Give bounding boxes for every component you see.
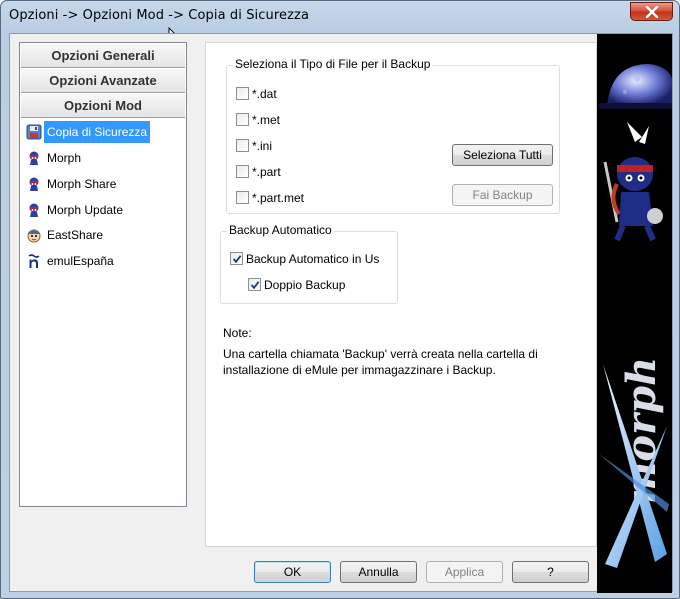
window-title: Opzioni -> Opzioni Mod -> Copia di Sicur… — [9, 8, 310, 23]
checkbox-label: *.ini — [252, 139, 273, 153]
tree-item-label: Morph Share — [47, 177, 117, 191]
tree-item-eastshare[interactable]: EastShare — [22, 224, 185, 246]
checkbox-box[interactable] — [236, 113, 249, 126]
group-title: Seleziona il Tipo di File per il Backup — [233, 57, 433, 71]
moon-icon — [599, 64, 672, 109]
checkbox-box[interactable] — [236, 165, 249, 178]
tree-item-emulespana[interactable]: emulEspaña — [22, 250, 185, 272]
group-title: Backup Automatico — [227, 223, 334, 237]
do-backup-button[interactable]: Fai Backup — [452, 184, 553, 206]
checkbox-label: Backup Automatico in Us — [246, 252, 380, 266]
title-bar[interactable]: Opzioni -> Opzioni Mod -> Copia di Sicur… — [1, 1, 679, 33]
tree-item-morph-share[interactable]: Morph Share — [22, 173, 185, 195]
ninja-mascot-icon — [603, 122, 663, 242]
note-heading: Note: — [223, 326, 252, 340]
section-opzioni-generali[interactable]: Opzioni Generali — [21, 44, 185, 68]
morph-ninja-icon — [29, 151, 39, 165]
tree-item-label: emulEspaña — [47, 254, 114, 268]
backup-settings-panel: Seleziona il Tipo di File per il Backup … — [205, 42, 597, 547]
tree-item-label: Morph — [47, 151, 82, 165]
close-button[interactable] — [630, 2, 673, 21]
checkbox-label: *.met — [252, 113, 281, 127]
checkbox-label: *.dat — [252, 87, 277, 101]
morph-ninja-icon — [29, 203, 39, 217]
note-line-1: Una cartella chiamata 'Backup' verrà cre… — [223, 347, 538, 361]
cancel-button[interactable]: Annulla — [340, 561, 417, 583]
select-all-button[interactable]: Seleziona Tutti — [452, 144, 553, 166]
checkmark-icon — [250, 281, 260, 290]
tree-item-label: Morph Update — [47, 203, 124, 217]
checkbox-box[interactable] — [236, 191, 249, 204]
tree-item-copia-di-sicurezza[interactable]: Copia di Sicurezza — [22, 121, 185, 143]
section-opzioni-mod[interactable]: Opzioni Mod — [21, 94, 185, 118]
tree-item-morph-update[interactable]: Morph Update — [22, 199, 185, 221]
checkbox-box[interactable] — [248, 278, 261, 291]
section-opzioni-avanzate[interactable]: Opzioni Avanzate — [21, 69, 185, 93]
checkbox-label: Doppio Backup — [264, 278, 346, 292]
auto-backup-group: Backup Automatico Backup Automatico in U… — [220, 223, 398, 304]
note-line-2: installazione di eMule per immagazzinare… — [223, 363, 496, 377]
checkbox-auto-backup[interactable]: Backup Automatico in Us — [230, 251, 395, 267]
checkbox-label: *.part.met — [252, 191, 305, 205]
eastshare-icon — [27, 229, 41, 243]
disk-backup-icon — [26, 124, 42, 140]
checkbox-box[interactable] — [236, 87, 249, 100]
spanish-n-icon — [28, 254, 40, 268]
tree-item-label: EastShare — [47, 228, 104, 242]
morph-ninja-icon — [29, 177, 39, 191]
checkbox-box[interactable] — [236, 139, 249, 152]
ok-button[interactable]: OK — [254, 561, 331, 583]
close-icon — [645, 6, 659, 18]
tree-item-label: Copia di Sicurezza — [44, 121, 151, 143]
apply-button[interactable]: Applica — [426, 561, 503, 583]
checkbox-box[interactable] — [230, 252, 243, 265]
tree-item-morph[interactable]: Morph — [22, 147, 185, 169]
banner-art: morph eMule — [599, 64, 672, 568]
checkmark-icon — [232, 255, 242, 264]
options-navigation-panel: Opzioni Generali Opzioni Avanzate Opzion… — [19, 42, 187, 507]
backup-file-type-group: Seleziona il Tipo di File per il Backup … — [226, 57, 560, 214]
help-button[interactable]: ? — [512, 561, 589, 583]
options-window: Opzioni -> Opzioni Mod -> Copia di Sicur… — [0, 0, 680, 599]
dialog-client-area: Opzioni Generali Opzioni Avanzate Opzion… — [9, 33, 673, 593]
emule-morph-banner: morph eMule — [597, 34, 672, 593]
checkbox-label: *.part — [252, 165, 281, 179]
